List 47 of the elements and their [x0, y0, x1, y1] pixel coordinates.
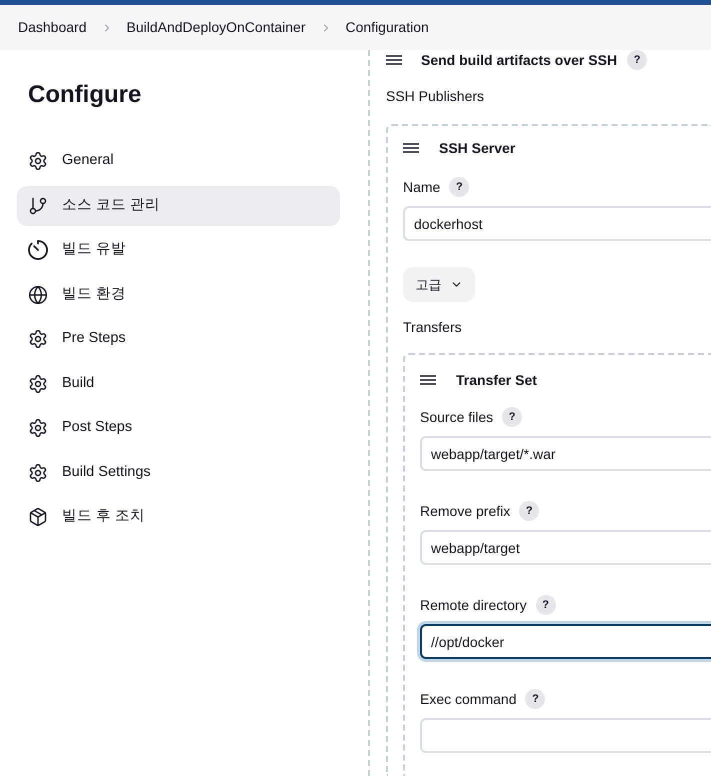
field-label: Name: [403, 178, 440, 196]
text-field[interactable]: webapp/target: [420, 530, 711, 565]
drag-handle-icon[interactable]: [420, 375, 436, 385]
gear-icon: [28, 374, 48, 394]
package-icon: [28, 507, 48, 527]
section-subtitle: SSH Publishers: [386, 87, 484, 106]
sidebar-item[interactable]: 빌드 환경: [17, 274, 340, 314]
sidebar-item[interactable]: 소스 코드 관리: [17, 186, 340, 226]
breadcrumb-link[interactable]: Dashboard: [18, 17, 86, 38]
sidebar-item[interactable]: General: [17, 141, 340, 181]
help-button[interactable]: ?: [449, 177, 470, 197]
sidebar-item[interactable]: Pre Steps: [17, 319, 340, 359]
field-label: Source files: [420, 408, 494, 426]
field-label: Exec command: [420, 690, 516, 708]
help-button[interactable]: ?: [525, 689, 546, 709]
globe-icon: [28, 284, 48, 304]
breadcrumb-link[interactable]: Configuration: [346, 17, 429, 38]
sidebar-item[interactable]: Build Settings: [17, 452, 340, 492]
section-title: Send build artifacts over SSH: [421, 50, 618, 70]
field-label: Remote directory: [420, 596, 527, 615]
branch-icon: [28, 196, 48, 216]
drag-handle-icon[interactable]: [386, 55, 402, 65]
help-button[interactable]: ?: [502, 407, 522, 427]
text-field[interactable]: //opt/docker: [420, 624, 711, 659]
sidebar-item[interactable]: Build: [17, 364, 340, 404]
text-field[interactable]: webapp/target/*.war: [420, 436, 711, 471]
gear-icon: [28, 462, 48, 482]
gear-icon: [28, 418, 48, 438]
timer-icon: [28, 240, 48, 260]
text-field[interactable]: dockerhost: [403, 206, 711, 241]
gear-icon: [28, 329, 48, 349]
sidebar-item[interactable]: 빌드 후 조치: [17, 497, 340, 537]
advanced-button[interactable]: 고급: [403, 267, 475, 302]
card-title: Transfer Set: [456, 370, 537, 390]
help-button[interactable]: ?: [519, 501, 540, 521]
drag-handle-icon[interactable]: [403, 143, 419, 153]
sidebar-item[interactable]: 빌드 유발: [17, 230, 340, 270]
card-title: SSH Server: [439, 138, 516, 158]
breadcrumb-link[interactable]: BuildAndDeployOnContainer: [126, 17, 306, 38]
gear-icon: [28, 151, 48, 171]
field-label: Transfers: [403, 318, 462, 337]
help-button[interactable]: ?: [627, 50, 648, 70]
help-button[interactable]: ?: [536, 595, 556, 615]
sidebar-item[interactable]: Post Steps: [17, 408, 340, 448]
field-label: Remove prefix: [420, 502, 510, 521]
page-title: Configure: [27, 80, 142, 110]
text-field[interactable]: [420, 718, 711, 753]
